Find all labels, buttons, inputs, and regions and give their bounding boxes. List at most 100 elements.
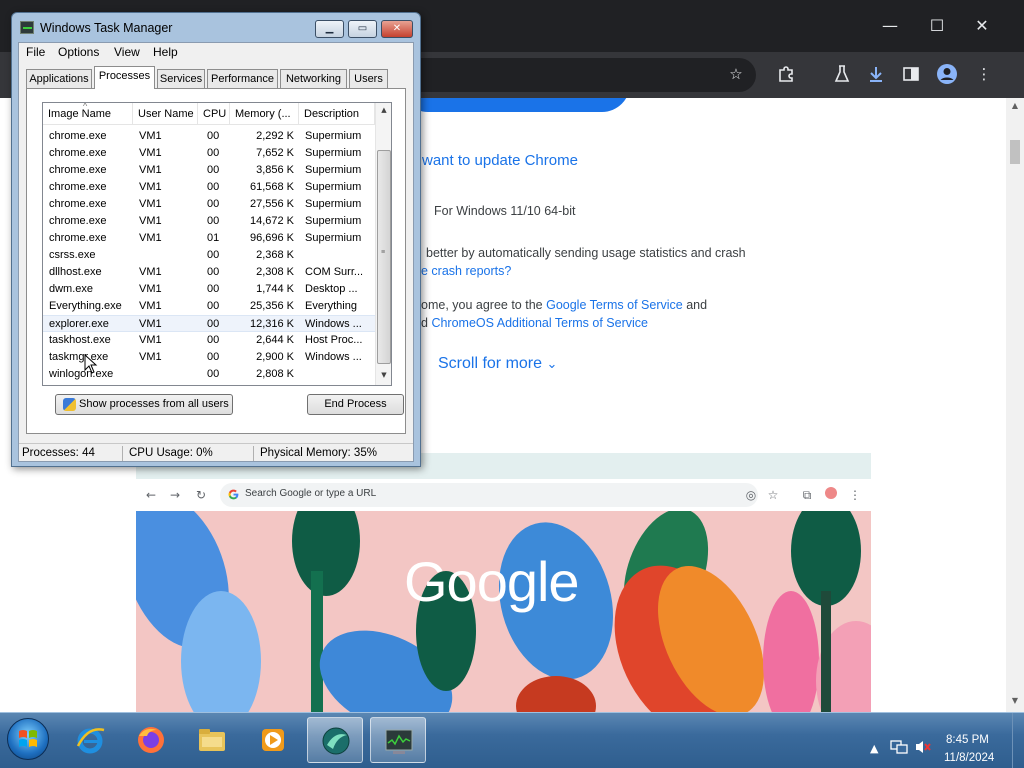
page-scrollbar[interactable]: ▲ ▼: [1006, 98, 1024, 712]
scroll-up-arrow[interactable]: ▲: [379, 106, 389, 118]
table-row[interactable]: chrome.exe VM1 00 27,556 K Supermium: [43, 196, 375, 213]
close-button[interactable]: ✕: [970, 14, 994, 38]
menu-file[interactable]: File: [26, 45, 45, 59]
table-row[interactable]: taskhost.exe VM1 00 2,644 K Host Proc...: [43, 332, 375, 349]
status-processes: Processes: 44: [22, 447, 95, 459]
table-row[interactable]: csrss.exe 00 2,368 K: [43, 247, 375, 264]
sidebar-icon[interactable]: [899, 62, 923, 86]
show-all-users-button[interactable]: Show processes from all users: [55, 394, 233, 415]
task-manager-icon: [385, 729, 413, 754]
table-row[interactable]: chrome.exe VM1 00 7,652 K Supermium: [43, 145, 375, 162]
table-row[interactable]: Everything.exe VM1 00 25,356 K Everything: [43, 298, 375, 315]
table-row[interactable]: dllhost.exe VM1 00 2,308 K COM Surr...: [43, 264, 375, 281]
scroll-down-arrow[interactable]: ▼: [1009, 696, 1021, 708]
clock-date[interactable]: 11/8/2024: [944, 752, 994, 764]
cell-cpu: 00: [207, 147, 220, 159]
cell-description: Everything: [305, 300, 357, 312]
cell-memory: 2,808 K: [256, 368, 294, 380]
process-list-scrollbar[interactable]: ▲ ≡ ▼: [375, 103, 391, 385]
start-button[interactable]: [7, 718, 49, 760]
cell-cpu: 00: [207, 249, 220, 261]
address-bar[interactable]: [400, 58, 756, 92]
scroll-up-arrow[interactable]: ▲: [1009, 101, 1021, 113]
cell-memory: 2,900 K: [256, 351, 294, 363]
profile-icon[interactable]: [935, 62, 959, 86]
taskbar-media-player[interactable]: [245, 717, 301, 763]
menu-options[interactable]: Options: [58, 45, 99, 59]
cell-description: Desktop ...: [305, 283, 358, 295]
avatar-icon: [824, 485, 838, 505]
chevron-down-icon: ⌄: [546, 356, 558, 371]
tab-services[interactable]: Services: [157, 69, 205, 88]
menu-view[interactable]: View: [114, 45, 140, 59]
column-image-name[interactable]: Image Name ^: [43, 103, 133, 125]
task-manager-window: Windows Task Manager ▁ ▭ ✕ File Options …: [11, 12, 421, 467]
taskbar-browser[interactable]: [307, 717, 363, 763]
column-cpu[interactable]: CPU: [198, 103, 230, 125]
cell-user-name: VM1: [139, 130, 162, 142]
chromeos-terms-link[interactable]: ChromeOS Additional Terms of Service: [431, 316, 648, 330]
cell-image-name: chrome.exe: [49, 164, 107, 176]
column-user-name[interactable]: User Name: [133, 103, 198, 125]
table-row[interactable]: chrome.exe VM1 00 14,672 K Supermium: [43, 213, 375, 230]
cell-description: Host Proc...: [305, 334, 363, 346]
maximize-button[interactable]: ☐: [925, 14, 949, 38]
back-arrow-icon: ←: [145, 488, 157, 502]
download-icon[interactable]: [864, 62, 888, 86]
cell-memory: 27,556 K: [249, 198, 294, 210]
terms-of-service-link[interactable]: Google Terms of Service: [546, 298, 683, 312]
volume-muted-icon[interactable]: [914, 739, 932, 758]
menu-help[interactable]: Help: [153, 45, 178, 59]
column-description[interactable]: Description: [299, 103, 375, 125]
show-desktop-button[interactable]: [1012, 713, 1024, 768]
process-list-scroll-thumb[interactable]: ≡: [377, 150, 391, 364]
minimize-button[interactable]: —: [878, 14, 902, 38]
terms-prefix: ome, you agree to the: [421, 298, 547, 312]
tm-minimize-button[interactable]: ▁: [315, 20, 344, 38]
labs-icon[interactable]: [830, 62, 854, 86]
scrollbar-thumb[interactable]: [1010, 140, 1020, 164]
table-row[interactable]: explorer.exe VM1 00 12,316 K Windows ...: [43, 315, 375, 332]
table-row[interactable]: chrome.exe VM1 00 61,568 K Supermium: [43, 179, 375, 196]
tab-processes[interactable]: Processes: [94, 66, 155, 89]
processes-panel: Image Name ^ User Name CPU Memory (... De…: [26, 88, 406, 434]
clock-time[interactable]: 8:45 PM: [946, 734, 989, 746]
show-hidden-icons-arrow[interactable]: ▲: [870, 742, 878, 755]
crash-reports-link[interactable]: e crash reports?: [421, 264, 511, 278]
firefox-icon: [138, 727, 164, 753]
cell-description: [305, 366, 373, 383]
tm-close-button[interactable]: ✕: [381, 20, 413, 38]
cell-cpu: 00: [207, 351, 220, 363]
cell-cpu: 00: [207, 318, 220, 330]
end-process-button[interactable]: End Process: [307, 394, 404, 415]
column-memory[interactable]: Memory (...: [230, 103, 299, 125]
extensions-icon[interactable]: [774, 62, 798, 86]
tab-users[interactable]: Users: [349, 69, 388, 88]
status-physical-memory: Physical Memory: 35%: [260, 447, 377, 459]
cell-user-name: VM1: [139, 198, 162, 210]
taskbar-file-explorer[interactable]: [184, 717, 240, 763]
star-icon[interactable]: ☆: [724, 62, 748, 86]
table-row[interactable]: chrome.exe VM1 00 2,292 K Supermium: [43, 128, 375, 145]
tm-maximize-button[interactable]: ▭: [348, 20, 377, 38]
scroll-down-arrow[interactable]: ▼: [379, 371, 389, 383]
scroll-for-more-button[interactable]: Scroll for more ⌄: [438, 355, 557, 373]
tab-applications[interactable]: Applications: [26, 69, 92, 88]
process-list[interactable]: Image Name ^ User Name CPU Memory (... De…: [42, 102, 392, 386]
table-row[interactable]: dwm.exe VM1 00 1,744 K Desktop ...: [43, 281, 375, 298]
cell-image-name: chrome.exe: [49, 232, 107, 244]
tab-performance[interactable]: Performance: [207, 69, 278, 88]
hero-banner-edge: [400, 98, 630, 112]
taskbar-internet-explorer[interactable]: [62, 717, 118, 763]
tab-networking[interactable]: Networking: [280, 69, 347, 88]
cell-description: Supermium: [305, 164, 362, 176]
network-icon[interactable]: [890, 739, 908, 758]
cell-description: Supermium: [305, 215, 362, 227]
cell-user-name: VM1: [139, 318, 162, 330]
taskbar-firefox[interactable]: [123, 717, 179, 763]
table-row[interactable]: chrome.exe VM1 00 3,856 K Supermium: [43, 162, 375, 179]
menu-icon[interactable]: ⋮: [972, 62, 996, 86]
taskbar-task-manager[interactable]: [370, 717, 426, 763]
table-row[interactable]: chrome.exe VM1 01 96,696 K Supermium: [43, 230, 375, 247]
cell-user-name: VM1: [139, 164, 162, 176]
